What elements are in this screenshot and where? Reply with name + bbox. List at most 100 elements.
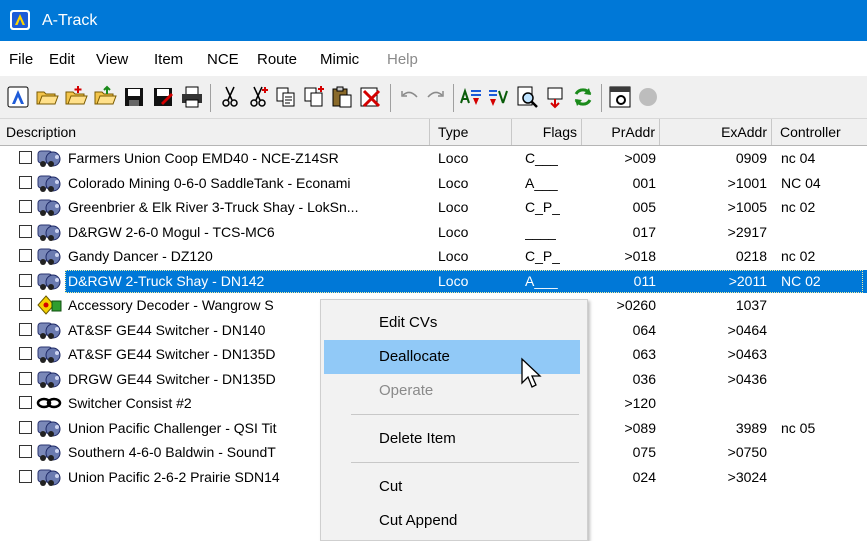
cell-exaddr: 1037 (735, 297, 767, 313)
menu-help[interactable]: Help (387, 51, 418, 68)
cell-exaddr (674, 391, 767, 415)
table-row[interactable]: Farmers Union Coop EMD40 - NCE-Z14SR Loco… (0, 146, 867, 171)
toolbar-separator (210, 84, 211, 112)
menu-nce[interactable]: NCE (207, 51, 239, 68)
context-menu-item-label: Cut (379, 478, 403, 495)
locomotive-icon (35, 442, 65, 462)
context-menu-item-label: Operate (379, 382, 434, 399)
locate-icon[interactable] (543, 85, 567, 109)
cell-praddr: >120 (624, 395, 656, 411)
context-menu-edit-cvs[interactable]: Edit CVs (324, 306, 580, 340)
row-checkbox[interactable] (19, 298, 32, 311)
open-folder-icon[interactable] (35, 85, 59, 109)
row-checkbox[interactable] (19, 175, 32, 189)
column-header-description[interactable]: Description (0, 119, 430, 145)
status-icon[interactable] (636, 85, 660, 109)
row-checkbox[interactable] (19, 469, 32, 483)
properties-icon[interactable] (608, 85, 632, 109)
cell-type: Loco (438, 150, 469, 166)
deallocate-icon[interactable] (487, 85, 511, 109)
row-checkbox[interactable] (19, 445, 32, 458)
cell-type: Loco (438, 248, 469, 264)
row-checkbox[interactable] (19, 151, 32, 164)
locomotive-icon (35, 173, 65, 193)
row-checkbox[interactable] (19, 249, 32, 262)
redo-icon[interactable] (423, 85, 447, 109)
locomotive-icon (35, 344, 65, 364)
menu-route[interactable]: Route (257, 51, 297, 68)
column-header-controller[interactable]: Controller (772, 119, 867, 145)
cell-praddr: 075 (632, 444, 656, 460)
copy-append-icon[interactable] (302, 85, 326, 109)
find-icon[interactable] (515, 85, 539, 109)
table-row[interactable]: Greenbrier & Elk River 3-Truck Shay - Lo… (0, 195, 867, 220)
refresh-icon[interactable] (571, 85, 595, 109)
locomotive-icon (35, 222, 65, 242)
cell-flags: ____ (525, 223, 557, 240)
row-checkbox[interactable] (19, 224, 32, 238)
menu-bar: File Edit View Item NCE Route Mimic Help (0, 41, 867, 76)
column-header-praddr[interactable]: PrAddr (582, 119, 660, 145)
undo-icon[interactable] (398, 85, 422, 109)
context-menu-separator (351, 414, 579, 415)
menu-item[interactable]: Item (154, 51, 183, 68)
menu-edit[interactable]: Edit (49, 51, 75, 68)
column-header-exaddr[interactable]: ExAddr (660, 119, 772, 145)
save-icon[interactable] (122, 85, 146, 109)
cell-exaddr: 0218 (735, 248, 767, 264)
cell-praddr: >0260 (616, 297, 656, 313)
delete-icon[interactable] (358, 85, 382, 109)
consist-icon (35, 393, 65, 413)
cell-exaddr: 3989 (735, 419, 767, 436)
cell-description: D&RGW 2-Truck Shay - DN142 (68, 272, 265, 289)
menu-view[interactable]: View (96, 51, 128, 68)
cell-flags: A___ (525, 272, 558, 289)
cell-description: Farmers Union Coop EMD40 - NCE-Z14SR (68, 150, 339, 166)
allocate-icon[interactable] (459, 85, 483, 109)
cell-praddr: 063 (632, 346, 656, 362)
menu-file[interactable]: File (9, 51, 33, 68)
paste-icon[interactable] (330, 85, 354, 109)
locomotive-icon (35, 369, 65, 389)
row-checkbox[interactable] (19, 347, 32, 360)
row-checkbox[interactable] (19, 396, 32, 409)
save-as-icon[interactable] (151, 85, 175, 109)
context-menu-item-label: Delete Item (379, 430, 456, 447)
context-menu-delete-item[interactable]: Delete Item (324, 422, 580, 456)
copy-icon[interactable] (274, 85, 298, 109)
row-checkbox[interactable] (19, 420, 32, 434)
toolbar (0, 76, 867, 119)
app-icon[interactable] (10, 10, 30, 30)
table-row[interactable]: D&RGW 2-6-0 Mogul - TCS-MC6 Loco ____ 017 >2… (0, 220, 867, 245)
cell-type: Loco (438, 223, 469, 240)
cut-append-icon[interactable] (246, 85, 270, 109)
toolbar-separator (601, 84, 602, 112)
row-checkbox[interactable] (19, 322, 32, 336)
cell-controller: nc 02 (781, 199, 816, 215)
locomotive-icon (35, 197, 65, 217)
context-menu-separator (351, 462, 579, 463)
open-folder-up-icon[interactable] (93, 85, 117, 109)
cut-icon[interactable] (218, 85, 242, 109)
print-icon[interactable] (180, 85, 204, 109)
context-menu-cut-append[interactable]: Cut Append (324, 504, 580, 538)
cell-controller: NC 02 (781, 272, 821, 289)
row-checkbox[interactable] (19, 273, 32, 287)
context-menu-cut[interactable]: Cut (324, 470, 580, 504)
cell-controller: nc 02 (781, 248, 816, 264)
cell-praddr: 005 (632, 199, 656, 215)
open-folder-add-icon[interactable] (64, 85, 88, 109)
table-row[interactable]: Colorado Mining 0-6-0 SaddleTank - Econa… (0, 171, 867, 196)
column-header-flags[interactable]: Flags (512, 119, 582, 145)
app-icon[interactable] (6, 85, 30, 109)
cell-type: Loco (438, 272, 469, 289)
context-menu-item-label: Deallocate (379, 348, 450, 365)
cell-exaddr: >2011 (728, 272, 767, 289)
cell-exaddr: >0464 (727, 321, 767, 338)
table-row[interactable]: Gandy Dancer - DZ120 Loco C_P_ >018 0218 nc 0… (0, 244, 867, 269)
row-checkbox[interactable] (19, 371, 32, 385)
table-row-selected[interactable]: D&RGW 2-Truck Shay - DN142 Loco A___ 011 >20… (0, 269, 867, 294)
column-header-type[interactable]: Type (430, 119, 512, 145)
menu-mimic[interactable]: Mimic (320, 51, 359, 68)
row-checkbox[interactable] (19, 200, 32, 213)
